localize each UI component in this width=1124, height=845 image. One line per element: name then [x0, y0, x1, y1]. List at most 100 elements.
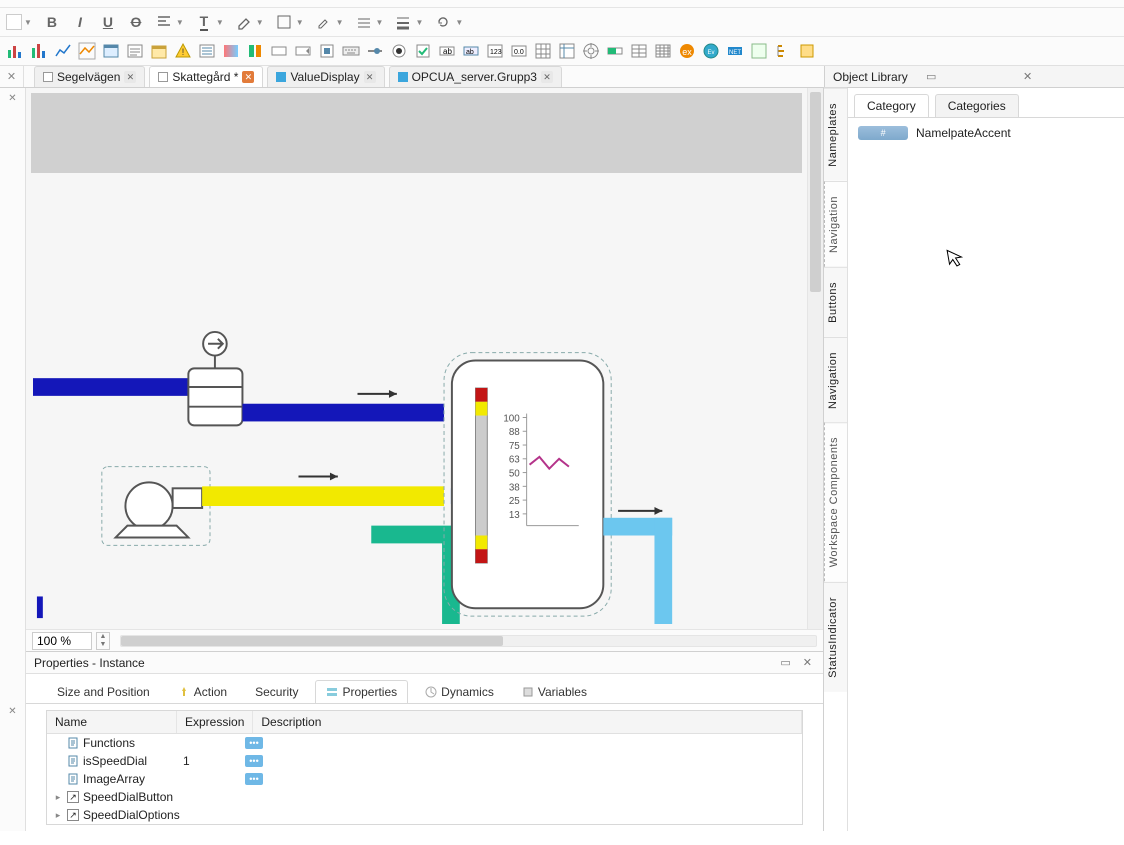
pin-icon[interactable]: ▭ — [922, 70, 1019, 83]
globe-icon[interactable]: Ev — [700, 40, 722, 62]
stacked-icon[interactable] — [244, 40, 266, 62]
linechart-icon[interactable] — [52, 40, 74, 62]
dropdown-arrow-icon[interactable]: ▼ — [24, 18, 32, 27]
align-button[interactable] — [154, 12, 174, 32]
component-icon[interactable] — [796, 40, 818, 62]
dropdown-arrow-icon[interactable]: ▼ — [336, 18, 344, 27]
tab-opcua[interactable]: OPCUA_server.Grupp3 ✕ — [389, 66, 562, 87]
progress-icon[interactable] — [604, 40, 626, 62]
close-tab-icon[interactable]: ✕ — [364, 71, 376, 83]
property-row[interactable]: Functions ••• — [47, 734, 802, 752]
trend-icon[interactable] — [76, 40, 98, 62]
brush-button[interactable] — [314, 12, 334, 32]
checkbox-icon[interactable] — [412, 40, 434, 62]
dropdown-arrow-icon[interactable]: ▼ — [376, 18, 384, 27]
datetime-icon[interactable]: 123 — [484, 40, 506, 62]
vtab-buttons[interactable]: Buttons — [824, 267, 847, 337]
property-row[interactable]: isSpeedDial 1 ••• — [47, 752, 802, 770]
keyboard-icon[interactable] — [340, 40, 362, 62]
form-icon[interactable] — [124, 40, 146, 62]
line-weight-button[interactable] — [393, 12, 413, 32]
picker-icon[interactable] — [316, 40, 338, 62]
tab-size-position[interactable]: Size and Position — [46, 680, 161, 703]
zoom-stepper[interactable]: ▲▼ — [96, 632, 110, 650]
radio-icon[interactable] — [388, 40, 410, 62]
rotate-button[interactable] — [433, 12, 453, 32]
dropdown-arrow-icon[interactable]: ▼ — [176, 18, 184, 27]
tab-security[interactable]: Security — [244, 680, 309, 703]
dropdown-arrow-icon[interactable]: ▼ — [256, 18, 264, 27]
tab-variables[interactable]: Variables — [511, 680, 598, 703]
dropdown-arrow-icon[interactable]: ▼ — [415, 18, 423, 27]
tab-valuedisplay[interactable]: ValueDisplay ✕ — [267, 66, 384, 87]
property-row[interactable]: ▸ ↗ SpeedDialButton — [47, 788, 802, 806]
close-tab-icon[interactable]: ✕ — [124, 71, 136, 83]
fill-button[interactable] — [274, 12, 294, 32]
column-header-description[interactable]: Description — [253, 711, 802, 733]
dropdown-arrow-icon[interactable]: ▼ — [216, 18, 224, 27]
tab-skattegard[interactable]: Skattegård * ✕ — [149, 66, 263, 87]
barchart-icon[interactable] — [4, 40, 26, 62]
close-tab-icon[interactable]: ✕ — [242, 71, 254, 83]
warning-icon[interactable]: ! — [172, 40, 194, 62]
vtab-nameplates[interactable]: Nameplates — [824, 88, 847, 181]
pump-symbol[interactable] — [116, 482, 203, 537]
line-style-button[interactable] — [354, 12, 374, 32]
design-canvas[interactable]: 100 88 75 63 50 38 25 13 — [26, 88, 807, 629]
gutter-close-icon[interactable]: ✕ — [0, 701, 25, 721]
column-header-name[interactable]: Name — [47, 711, 177, 733]
close-icon[interactable]: ✕ — [800, 656, 815, 669]
map-icon[interactable] — [748, 40, 770, 62]
list-icon[interactable] — [196, 40, 218, 62]
textbox-icon[interactable]: ab — [436, 40, 458, 62]
property-row[interactable]: ▸ ↗ SpeedDialOptions — [47, 806, 802, 824]
undock-icon[interactable]: ▭ — [777, 656, 793, 669]
column-header-expression[interactable]: Expression — [177, 711, 253, 733]
strike-button[interactable]: O — [126, 12, 146, 32]
table-icon[interactable] — [628, 40, 650, 62]
close-tab-icon[interactable]: ✕ — [541, 71, 553, 83]
expand-icon[interactable]: ▸ — [53, 810, 63, 821]
expression-editor-button[interactable]: ••• — [245, 737, 263, 749]
slider-icon[interactable] — [364, 40, 386, 62]
dropdown-arrow-icon[interactable]: ▼ — [296, 18, 304, 27]
dropdown-arrow-icon[interactable]: ▼ — [455, 18, 463, 27]
highlight-button[interactable] — [234, 12, 254, 32]
grid-icon[interactable] — [532, 40, 554, 62]
horizontal-scrollbar[interactable] — [120, 635, 817, 647]
matrix-icon[interactable] — [652, 40, 674, 62]
target-icon[interactable] — [580, 40, 602, 62]
bold-button[interactable]: B — [42, 12, 62, 32]
gradient-icon[interactable] — [220, 40, 242, 62]
tab-dynamics[interactable]: Dynamics — [414, 680, 505, 703]
card-icon[interactable] — [268, 40, 290, 62]
label-icon[interactable]: ab — [460, 40, 482, 62]
window-icon[interactable] — [100, 40, 122, 62]
vtab-navigation[interactable]: Navigation — [824, 181, 847, 267]
font-color-button[interactable]: T — [194, 12, 214, 32]
calendar-icon[interactable] — [148, 40, 170, 62]
tab-properties[interactable]: Properties — [315, 680, 408, 703]
pivot-icon[interactable] — [556, 40, 578, 62]
tab-action[interactable]: Action — [167, 680, 238, 703]
close-pane-button[interactable]: ✕ — [0, 66, 24, 87]
close-icon[interactable]: ✕ — [1019, 70, 1116, 83]
property-row[interactable]: ImageArray ••• — [47, 770, 802, 788]
underline-button[interactable]: U — [98, 12, 118, 32]
subtab-category[interactable]: Category — [854, 94, 929, 117]
barchart2-icon[interactable] — [28, 40, 50, 62]
italic-button[interactable]: I — [70, 12, 90, 32]
combo-icon[interactable] — [292, 40, 314, 62]
zoom-input[interactable] — [32, 632, 92, 650]
script-icon[interactable]: ex — [676, 40, 698, 62]
fill-swatch[interactable] — [6, 14, 22, 30]
vtab-status-indicator[interactable]: StatusIndicator — [824, 582, 847, 692]
expand-icon[interactable]: ▸ — [53, 792, 63, 803]
vertical-scrollbar[interactable] — [807, 88, 823, 629]
vtab-workspace-components[interactable]: Workspace Components — [824, 422, 847, 581]
expression-editor-button[interactable]: ••• — [245, 755, 263, 767]
net-icon[interactable]: NET — [724, 40, 746, 62]
expression-editor-button[interactable]: ••• — [245, 773, 263, 785]
tree-icon[interactable] — [772, 40, 794, 62]
subtab-categories[interactable]: Categories — [935, 94, 1019, 117]
